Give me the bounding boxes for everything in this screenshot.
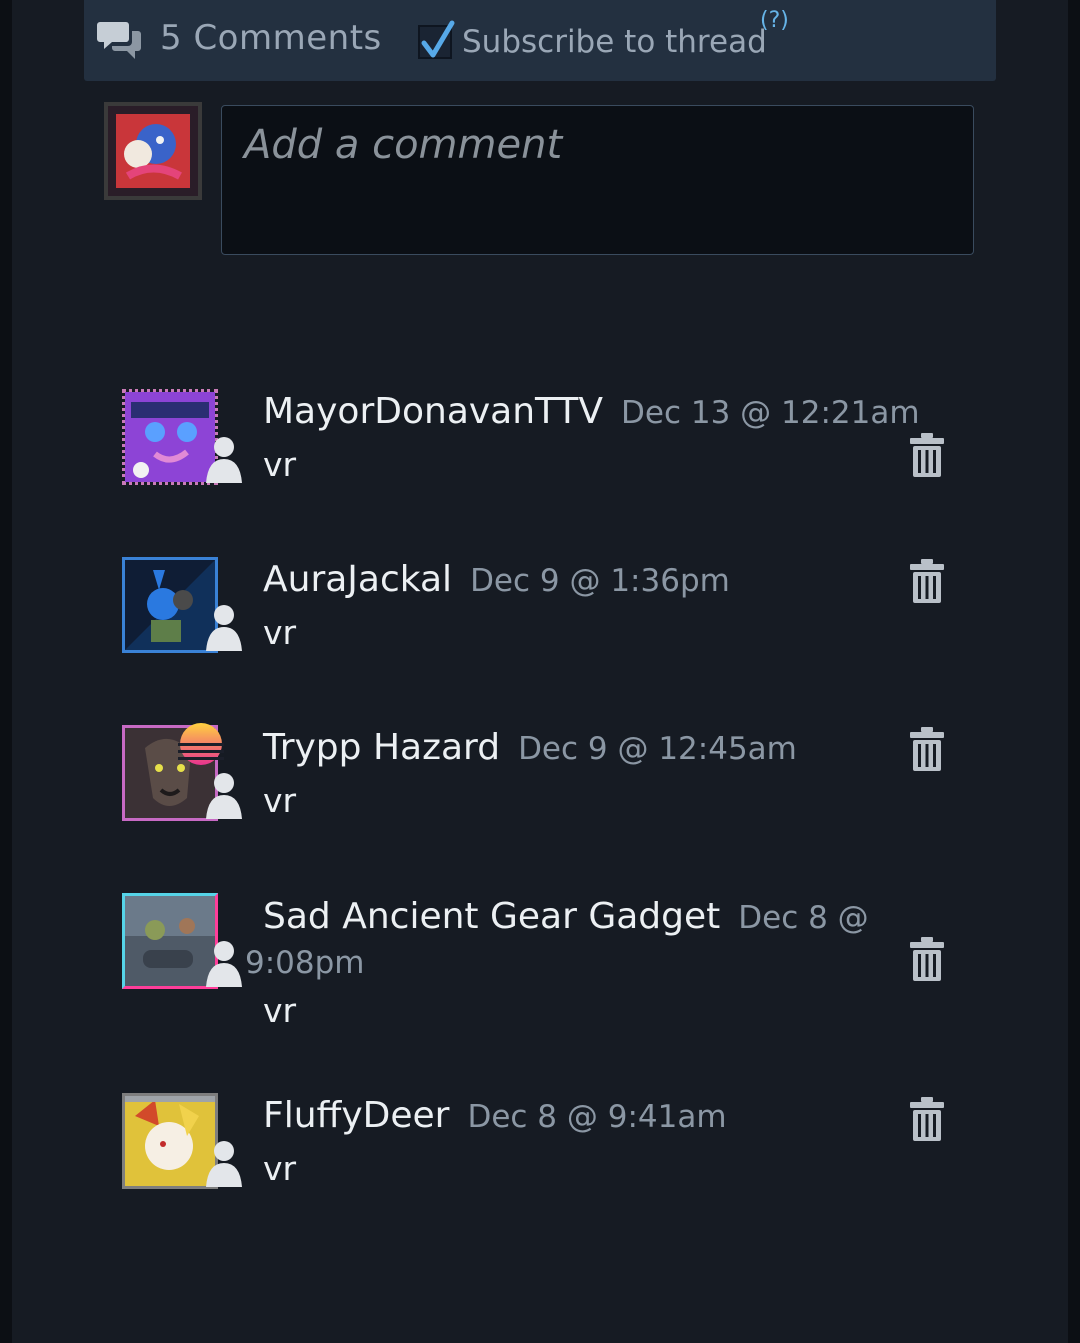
comments-header: 5 Comments Subscribe to thread (?) <box>84 0 996 81</box>
comment-text: vr <box>263 781 297 820</box>
current-user-avatar <box>104 102 202 200</box>
subscribe-checkbox[interactable] <box>418 20 455 59</box>
checkmark-icon <box>421 20 455 58</box>
comment-author-name[interactable]: Trypp Hazard <box>263 727 500 768</box>
avatar-image <box>125 392 215 482</box>
trash-icon[interactable] <box>910 1097 944 1141</box>
comment-author-name[interactable]: MayorDonavanTTV <box>263 391 603 432</box>
sunset-badge-icon <box>178 723 224 765</box>
comment-timestamp: Dec 13 @ 12:21am <box>621 395 920 431</box>
avatar-image <box>125 1096 215 1186</box>
user-person-icon <box>206 437 242 483</box>
comment-author-line: MayorDonavanTTV Dec 13 @ 12:21am <box>263 391 920 432</box>
comment-timestamp-part: 9:08pm <box>245 945 365 981</box>
comment-author-name[interactable]: AuraJackal <box>263 559 452 600</box>
avatar-image <box>108 106 198 196</box>
user-person-icon <box>206 941 242 987</box>
trash-icon[interactable] <box>910 937 944 981</box>
comment-timestamp: Dec 9 @ 1:36pm <box>470 563 730 599</box>
user-person-icon <box>206 773 242 819</box>
comment-author-name[interactable]: FluffyDeer <box>263 1095 449 1136</box>
avatar-image <box>125 896 215 986</box>
comment-timestamp: Dec 9 @ 12:45am <box>518 731 797 767</box>
comment-timestamp-part: Dec 8 @ <box>738 900 869 936</box>
comment-text: vr <box>263 991 297 1030</box>
comment-text: vr <box>263 1149 297 1188</box>
user-person-icon <box>206 605 242 651</box>
trash-icon[interactable] <box>910 559 944 603</box>
comment-timestamp: Dec 8 @ 9:41am <box>467 1099 727 1135</box>
add-comment-placeholder: Add a comment <box>244 122 563 168</box>
comment-author-line: Sad Ancient Gear Gadget Dec 8 @ 9:08pm <box>245 895 903 985</box>
comment-author-line: Trypp Hazard Dec 9 @ 12:45am <box>263 727 797 768</box>
subscribe-label: Subscribe to thread <box>462 24 767 60</box>
subscribe-toggle[interactable]: Subscribe to thread <box>418 20 767 62</box>
comments-icon <box>97 22 141 59</box>
add-comment-input[interactable]: Add a comment <box>221 105 974 255</box>
comment-author-line: FluffyDeer Dec 8 @ 9:41am <box>263 1095 727 1136</box>
subscribe-help-link[interactable]: (?) <box>760 8 789 33</box>
comment-count: 5 Comments <box>160 18 382 58</box>
comment-author-name[interactable]: Sad Ancient Gear Gadget <box>263 896 720 937</box>
avatar-image <box>125 560 215 650</box>
comment-author-line: AuraJackal Dec 9 @ 1:36pm <box>263 559 730 600</box>
user-person-icon <box>206 1141 242 1187</box>
comment-text: vr <box>263 445 297 484</box>
trash-icon[interactable] <box>910 433 944 477</box>
comment-text: vr <box>263 613 297 652</box>
trash-icon[interactable] <box>910 727 944 771</box>
